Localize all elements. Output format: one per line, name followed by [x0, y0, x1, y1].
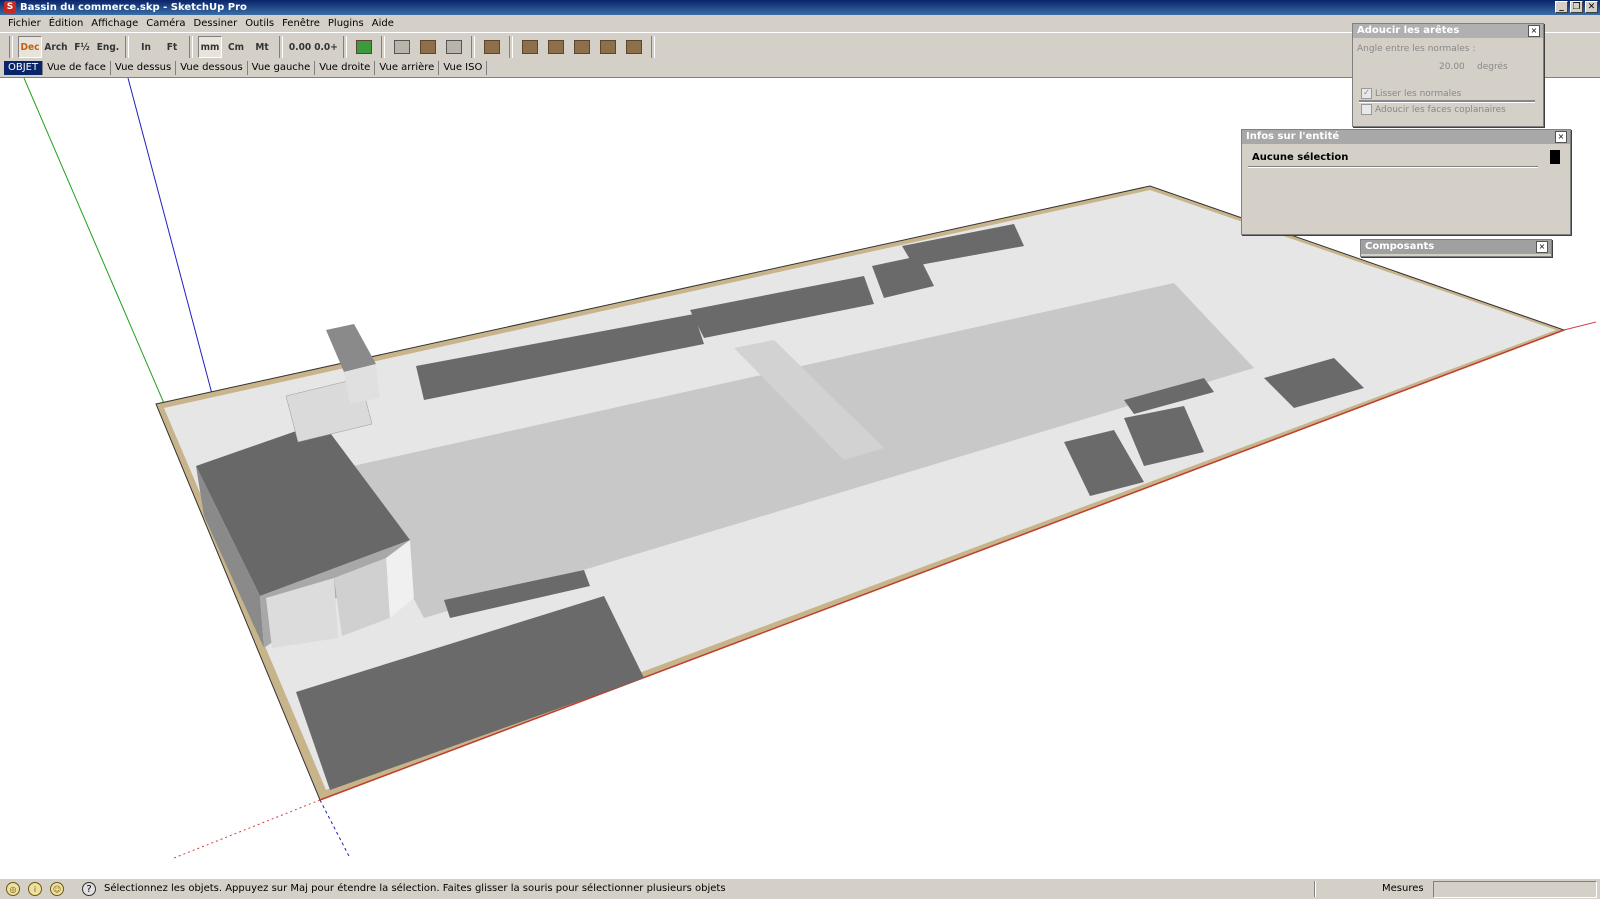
hand-icon [394, 40, 410, 54]
scene-tab-dessus[interactable]: Vue dessus [110, 61, 177, 75]
box-view-icon [574, 40, 590, 54]
green-axis [23, 78, 167, 409]
menu-affichage[interactable]: Affichage [87, 15, 142, 32]
blue-axis-negative [319, 799, 351, 859]
precision-plus-button[interactable]: 0.0+ [314, 36, 338, 58]
status-divider [1314, 881, 1316, 897]
close-icon[interactable]: × [1528, 25, 1540, 37]
unit-fraction-button[interactable]: F½ [70, 36, 94, 58]
paint-tool-button[interactable] [416, 36, 440, 58]
precision-button[interactable]: 0.00 [288, 36, 312, 58]
view-tool-5-button[interactable] [622, 36, 646, 58]
hand-tool-button[interactable] [390, 36, 414, 58]
check-icon [356, 40, 372, 54]
unit-arch-button[interactable]: Arch [44, 36, 68, 58]
angle-unit: degrés [1477, 62, 1508, 72]
paint-icon [420, 40, 436, 54]
credits-icon[interactable]: i [28, 882, 42, 896]
unit-feet-button[interactable]: Ft [160, 36, 184, 58]
soften-coplanar-label: Adoucir les faces coplanaires [1375, 105, 1506, 115]
sketchup-logo-icon: S [4, 1, 16, 13]
angle-label: Angle entre les normales : [1357, 44, 1476, 54]
restore-icon[interactable]: ❐ [1570, 1, 1583, 13]
soften-panel-title: Adoucir les arêtes [1353, 24, 1543, 38]
menu-camera[interactable]: Caméra [142, 15, 189, 32]
smooth-normals-label: Lisser les normales [1375, 89, 1462, 99]
box-view-icon [600, 40, 616, 54]
title-bar: S Bassin du commerce.skp - SketchUp Pro … [0, 0, 1600, 15]
angle-slider[interactable] [1359, 100, 1535, 103]
smooth-normals-checkbox[interactable]: ✓ [1361, 88, 1372, 99]
scene-tab-iso[interactable]: Vue ISO [439, 61, 488, 75]
menu-aide[interactable]: Aide [368, 15, 398, 32]
user-icon[interactable]: ☺ [50, 882, 64, 896]
status-message: Sélectionnez les objets. Appuyez sur Maj… [104, 883, 726, 894]
layer-tool-button[interactable] [480, 36, 504, 58]
soften-edges-panel: Adoucir les arêtes × Angle entre les nor… [1352, 23, 1544, 127]
selection-status: Aucune sélection [1252, 152, 1349, 163]
entity-panel-title: Infos sur l'entité [1242, 130, 1570, 144]
measurements-label: Mesures [1382, 883, 1424, 894]
view-tool-1-button[interactable] [518, 36, 542, 58]
components-panel: Composants × [1360, 239, 1552, 257]
unit-eng-button[interactable]: Eng. [96, 36, 120, 58]
red-axis [1563, 321, 1596, 331]
help-icon[interactable]: ? [82, 882, 96, 896]
scene-tab-gauche[interactable]: Vue gauche [247, 61, 316, 75]
menu-outils[interactable]: Outils [241, 15, 278, 32]
menu-plugins[interactable]: Plugins [324, 15, 368, 32]
window-title: Bassin du commerce.skp - SketchUp Pro [20, 2, 247, 13]
component-tool-button[interactable] [442, 36, 466, 58]
box-view-icon [522, 40, 538, 54]
status-bar: ◎ i ☺ ? Sélectionnez les objets. Appuyez… [0, 878, 1600, 899]
scene-tab-face[interactable]: Vue de face [43, 61, 111, 75]
component-icon [446, 40, 462, 54]
box-view-icon [548, 40, 564, 54]
menu-fichier[interactable]: Fichier [4, 15, 45, 32]
soften-coplanar-checkbox[interactable] [1361, 104, 1372, 115]
snap-check-button[interactable] [352, 36, 376, 58]
divider [1248, 166, 1538, 168]
menu-dessiner[interactable]: Dessiner [190, 15, 242, 32]
menu-fenetre[interactable]: Fenêtre [278, 15, 324, 32]
red-axis-negative [173, 799, 321, 859]
view-tool-3-button[interactable] [570, 36, 594, 58]
close-icon[interactable]: × [1555, 131, 1567, 143]
collapse-icon[interactable] [1550, 150, 1560, 164]
scene-tab-droite[interactable]: Vue droite [315, 61, 376, 75]
menu-edition[interactable]: Édition [45, 15, 88, 32]
box-icon [484, 40, 500, 54]
view-tool-4-button[interactable] [596, 36, 620, 58]
geo-location-icon[interactable]: ◎ [6, 882, 20, 896]
angle-value: 20.00 [1439, 62, 1465, 72]
unit-m-button[interactable]: Mt [250, 36, 274, 58]
unit-dec-button[interactable]: Dec [18, 36, 42, 58]
view-tool-2-button[interactable] [544, 36, 568, 58]
close-icon[interactable]: × [1536, 241, 1548, 253]
unit-mm-button[interactable]: mm [198, 36, 222, 58]
unit-cm-button[interactable]: Cm [224, 36, 248, 58]
components-panel-title[interactable]: Composants [1361, 240, 1551, 254]
close-icon[interactable]: ✕ [1585, 1, 1598, 13]
entity-info-panel: Infos sur l'entité × Aucune sélection [1241, 129, 1571, 235]
unit-inch-button[interactable]: In [134, 36, 158, 58]
scene-tab-objet[interactable]: OBJET [4, 61, 44, 75]
measurements-input[interactable] [1433, 881, 1597, 898]
scene-tab-arriere[interactable]: Vue arrière [375, 61, 440, 75]
scene-tab-dessous[interactable]: Vue dessous [176, 61, 248, 75]
minimize-icon[interactable]: _ [1555, 1, 1568, 13]
box-view-icon [626, 40, 642, 54]
